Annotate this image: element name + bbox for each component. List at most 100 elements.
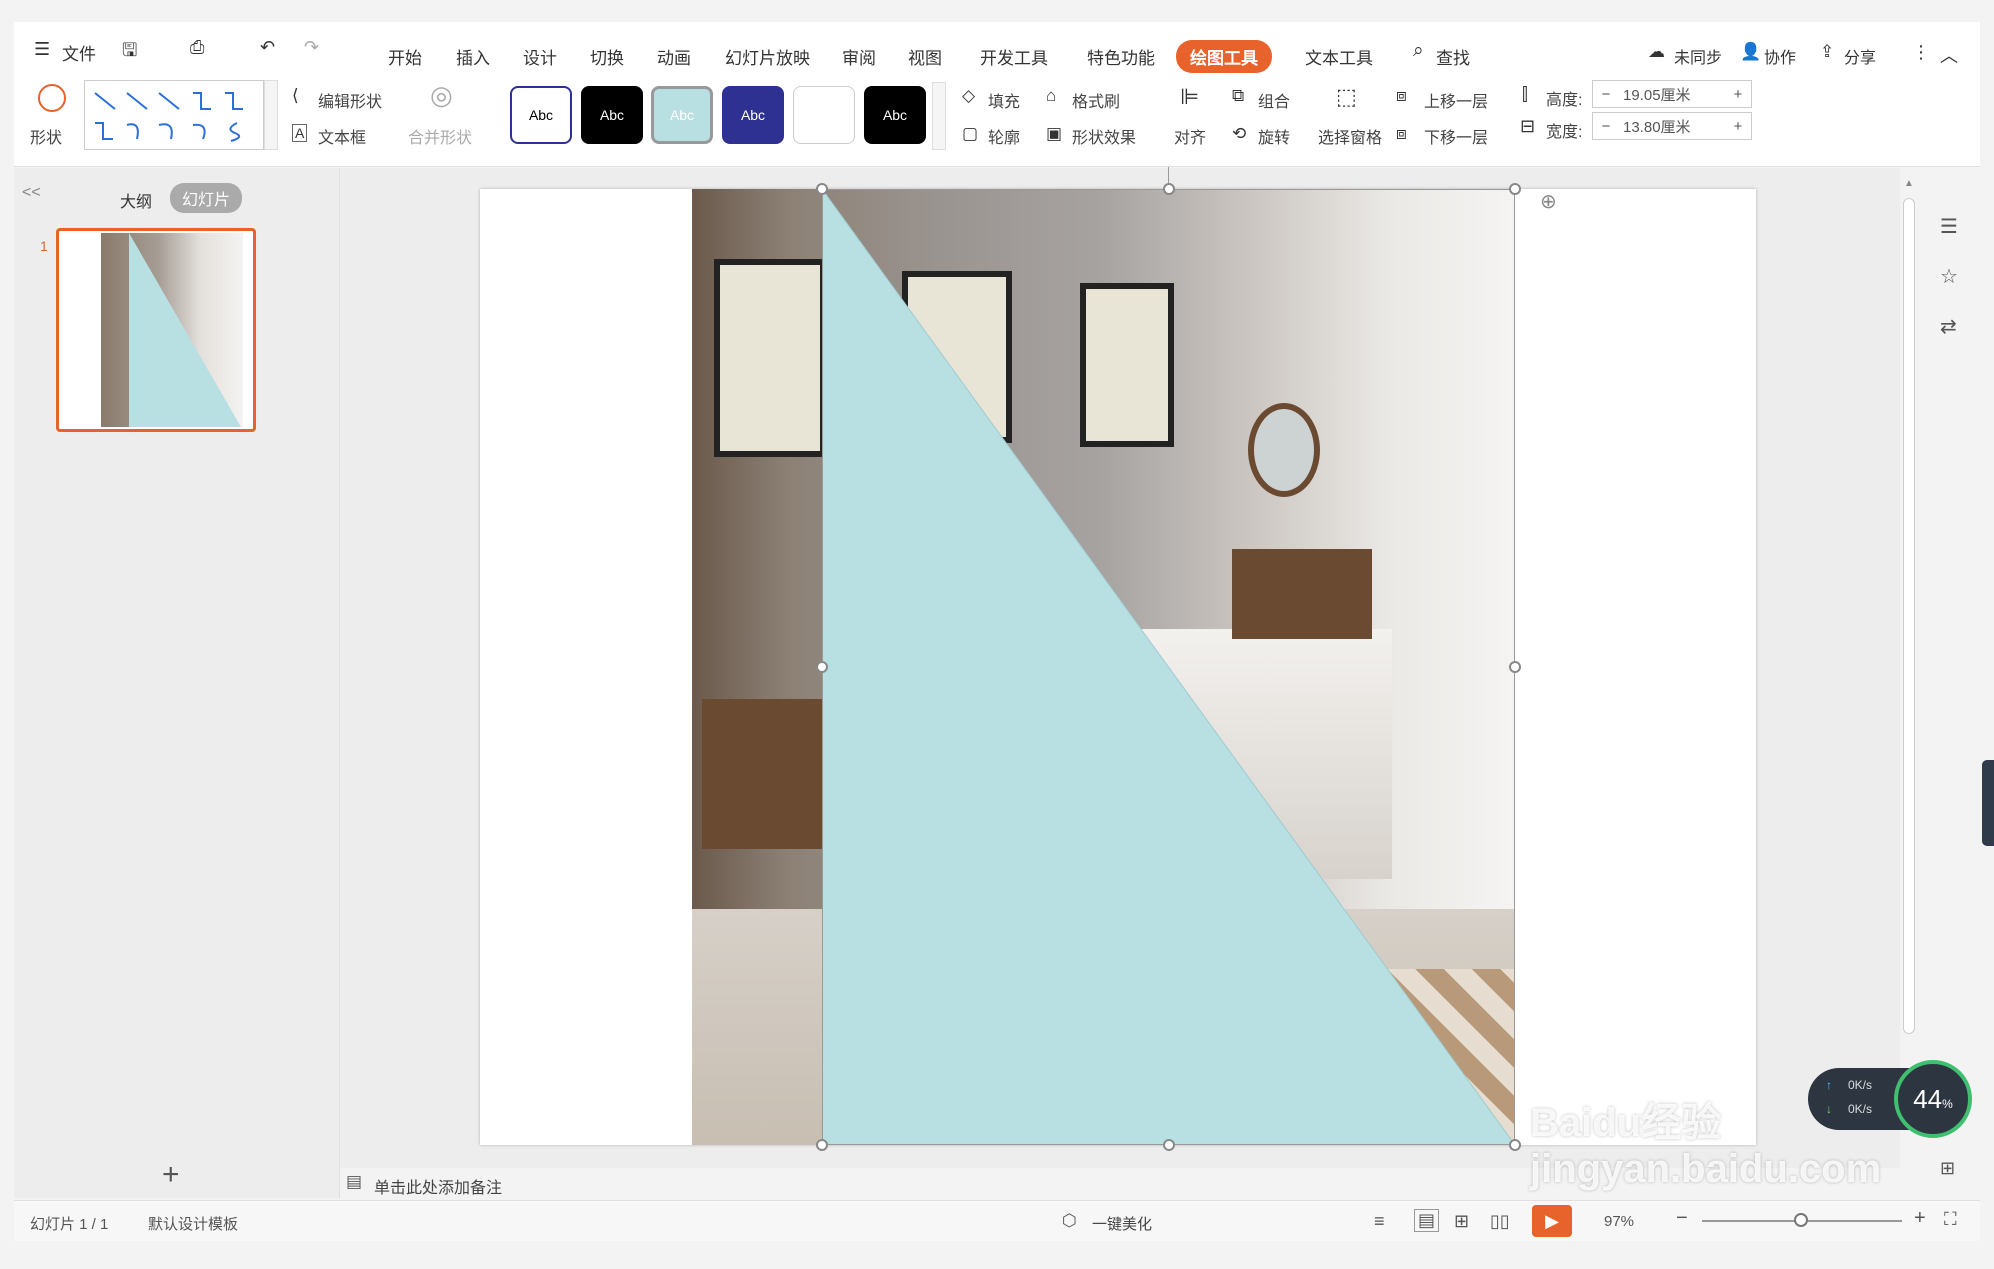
style-navy[interactable]: Abc	[722, 86, 784, 144]
cloud-icon: ☁	[1648, 42, 1665, 61]
tab-design[interactable]: 设计	[523, 44, 557, 69]
width-input[interactable]: 13.80厘米	[1619, 116, 1725, 137]
shape-gallery[interactable]	[84, 80, 264, 150]
collab-button[interactable]: 协作	[1764, 44, 1796, 68]
resize-handle-mr[interactable]	[1509, 661, 1521, 673]
settings-icon[interactable]: ☰	[1940, 214, 1958, 239]
scroll-up-arrow[interactable]: ▲	[1904, 178, 1914, 189]
template-name[interactable]: 默认设计模板	[148, 1213, 238, 1234]
grid-view-icon[interactable]: ⊞	[1454, 1211, 1469, 1232]
align-button[interactable]: 对齐	[1174, 124, 1206, 148]
group-button[interactable]: 组合	[1258, 88, 1290, 112]
height-minus[interactable]: −	[1593, 86, 1619, 103]
collapse-ribbon-icon[interactable]: ︿	[1940, 42, 1958, 68]
edit-shape-button[interactable]: 编辑形状	[318, 88, 382, 112]
zoom-in-button[interactable]: +	[1914, 1207, 1926, 1230]
fill-button[interactable]: 填充	[988, 88, 1020, 112]
style-light-blue[interactable]: Abc	[651, 86, 713, 144]
beautify-icon: ⬡	[1062, 1211, 1077, 1230]
style-outline[interactable]: Abc	[510, 86, 572, 144]
vertical-scrollbar[interactable]: ▲	[1900, 178, 1918, 1058]
tab-features[interactable]: 特色功能	[1087, 44, 1155, 69]
reading-view-icon[interactable]: ▯▯	[1490, 1211, 1510, 1232]
add-slide-button[interactable]: +	[162, 1158, 180, 1192]
tab-slideshow[interactable]: 幻灯片放映	[725, 44, 810, 69]
width-icon: ⊟	[1520, 116, 1536, 136]
style-black-2[interactable]: Abc	[864, 86, 926, 144]
picture-frame-1	[714, 259, 826, 457]
rotate-button[interactable]: 旋转	[1258, 124, 1290, 148]
width-plus[interactable]: +	[1725, 118, 1751, 135]
sync-status[interactable]: 未同步	[1674, 44, 1722, 68]
notes-placeholder[interactable]: 单击此处添加备注	[374, 1174, 502, 1198]
resize-handle-bm[interactable]	[1163, 1139, 1175, 1151]
play-icon[interactable]: ▶	[1532, 1205, 1572, 1237]
resize-handle-tr[interactable]	[1509, 183, 1521, 195]
resize-handle-ml[interactable]	[816, 661, 828, 673]
zoom-level[interactable]: 97%	[1604, 1213, 1634, 1230]
more-icon[interactable]: ⋮	[1912, 42, 1930, 63]
nightstand	[702, 699, 832, 849]
tab-review[interactable]: 审阅	[842, 44, 876, 69]
zoom-out-button[interactable]: −	[1676, 1207, 1688, 1230]
slide-canvas[interactable]: ⊕	[480, 167, 1756, 1151]
tab-home[interactable]: 开始	[388, 44, 422, 69]
print-icon[interactable]: ⎙	[190, 37, 204, 58]
fit-window-icon[interactable]: ⛶	[1944, 1209, 1957, 1230]
menu-icon[interactable]: ☰	[34, 39, 50, 60]
outline-button[interactable]: 轮廓	[988, 124, 1020, 148]
redo-icon[interactable]: ↷	[304, 37, 319, 58]
search-icon[interactable]: ⌕	[1413, 40, 1424, 62]
tab-view[interactable]: 视图	[908, 44, 942, 69]
height-stepper[interactable]: − 19.05厘米 +	[1592, 80, 1752, 108]
tab-transition[interactable]: 切换	[590, 44, 624, 69]
style-black[interactable]: Abc	[581, 86, 643, 144]
side-handle[interactable]	[1982, 760, 1994, 846]
textbox-button[interactable]: 文本框	[318, 124, 366, 148]
shape-effect-button[interactable]: 形状效果	[1072, 124, 1136, 148]
undo-icon[interactable]: ↶	[260, 37, 275, 58]
tab-developer[interactable]: 开发工具	[980, 44, 1048, 69]
merge-shape-button[interactable]: 合并形状	[408, 124, 472, 148]
save-icon[interactable]: 🖫	[122, 38, 137, 68]
quick-add-icon[interactable]: ⊕	[1540, 189, 1557, 214]
search-button[interactable]: 查找	[1436, 44, 1470, 69]
file-menu[interactable]: 文件	[62, 40, 96, 65]
rotate-icon: ⟲	[1232, 124, 1247, 143]
normal-view-icon[interactable]: ▤	[1414, 1209, 1440, 1232]
resize-handle-tl[interactable]	[816, 183, 828, 195]
format-painter-button[interactable]: 格式刷	[1072, 88, 1120, 112]
bring-forward-icon: ⧈	[1396, 86, 1407, 105]
resize-handle-br[interactable]	[1509, 1139, 1521, 1151]
tab-text-tools[interactable]: 文本工具	[1305, 44, 1373, 69]
slide-thumbnail[interactable]	[56, 228, 256, 432]
height-plus[interactable]: +	[1725, 86, 1751, 103]
send-backward-button[interactable]: 下移一层	[1424, 124, 1488, 148]
slides-tab[interactable]: 幻灯片	[170, 183, 243, 213]
tab-animation[interactable]: 动画	[657, 44, 691, 69]
bring-forward-button[interactable]: 上移一层	[1424, 88, 1488, 112]
notes-view-icon[interactable]: ≡	[1374, 1211, 1385, 1232]
shape-label: 形状	[30, 130, 63, 147]
width-stepper[interactable]: − 13.80厘米 +	[1592, 112, 1752, 140]
outline-tab[interactable]: 大纲	[120, 188, 152, 212]
style-white[interactable]	[793, 86, 855, 144]
tab-drawing-tools[interactable]: 绘图工具	[1176, 40, 1272, 73]
scroll-thumb[interactable]	[1903, 198, 1915, 1034]
height-input[interactable]: 19.05厘米	[1619, 84, 1725, 105]
tab-insert[interactable]: 插入	[456, 44, 490, 69]
star-icon[interactable]: ☆	[1940, 264, 1958, 289]
align-icon: ⊫	[1180, 84, 1200, 109]
gallery-scroll[interactable]	[264, 80, 278, 150]
width-minus[interactable]: −	[1593, 118, 1619, 135]
resize-handle-bl[interactable]	[816, 1139, 828, 1151]
resize-handle-tm[interactable]	[1163, 183, 1175, 195]
collapse-sidebar-button[interactable]: <<	[22, 184, 41, 202]
switch-icon[interactable]: ⇄	[1940, 314, 1957, 339]
styles-scroll[interactable]	[932, 82, 946, 150]
send-backward-icon: ⧈	[1396, 124, 1407, 143]
beautify-button[interactable]: 一键美化	[1092, 1213, 1152, 1234]
select-pane-button[interactable]: 选择窗格	[1318, 124, 1382, 148]
share-button[interactable]: 分享	[1844, 44, 1876, 68]
zoom-slider-thumb[interactable]	[1794, 1213, 1808, 1227]
